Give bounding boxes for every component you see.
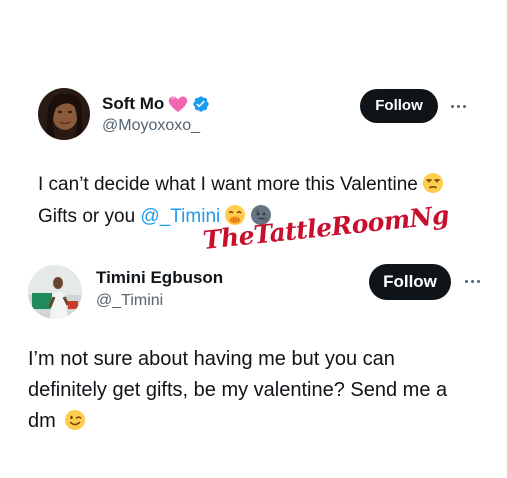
tweet-text-line: I’m not sure about having me but you can: [28, 348, 395, 370]
display-name-line: Soft Mo: [102, 94, 210, 114]
tweet-text-line: I can’t decide what I want more this Val…: [38, 171, 498, 203]
verified-badge-icon: [192, 95, 210, 113]
display-name[interactable]: Timini Egbuson: [96, 268, 223, 288]
avatar[interactable]: [28, 265, 82, 319]
follow-button[interactable]: Follow: [369, 264, 451, 300]
unamused-face-icon: [422, 172, 444, 203]
user-handle[interactable]: @Moyoxoxo_: [102, 117, 200, 135]
tweet-text: I’m not sure about having me but you can…: [28, 344, 498, 441]
more-options-icon[interactable]: [451, 101, 466, 111]
mention-link[interactable]: @_Timini: [140, 206, 220, 227]
display-name[interactable]: Soft Mo: [102, 94, 164, 114]
tweet-text-line: definitely get gifts, be my valentine? S…: [28, 379, 448, 401]
tweet-text-line: dm: [28, 406, 498, 441]
follow-button[interactable]: Follow: [360, 89, 438, 123]
tweet-timini: Timini Egbuson @_Timini Follow I’m not s…: [0, 255, 507, 455]
display-name-line: Timini Egbuson: [96, 268, 223, 288]
tweet-moyoxoxo: Soft Mo @Moyoxoxo_ Follow I can’t decide…: [0, 0, 507, 230]
user-handle[interactable]: @_Timini: [96, 292, 163, 310]
avatar[interactable]: [38, 88, 90, 140]
pink-heart-icon: [168, 95, 188, 113]
more-options-icon[interactable]: [465, 276, 480, 286]
winking-face-icon: [64, 409, 86, 441]
